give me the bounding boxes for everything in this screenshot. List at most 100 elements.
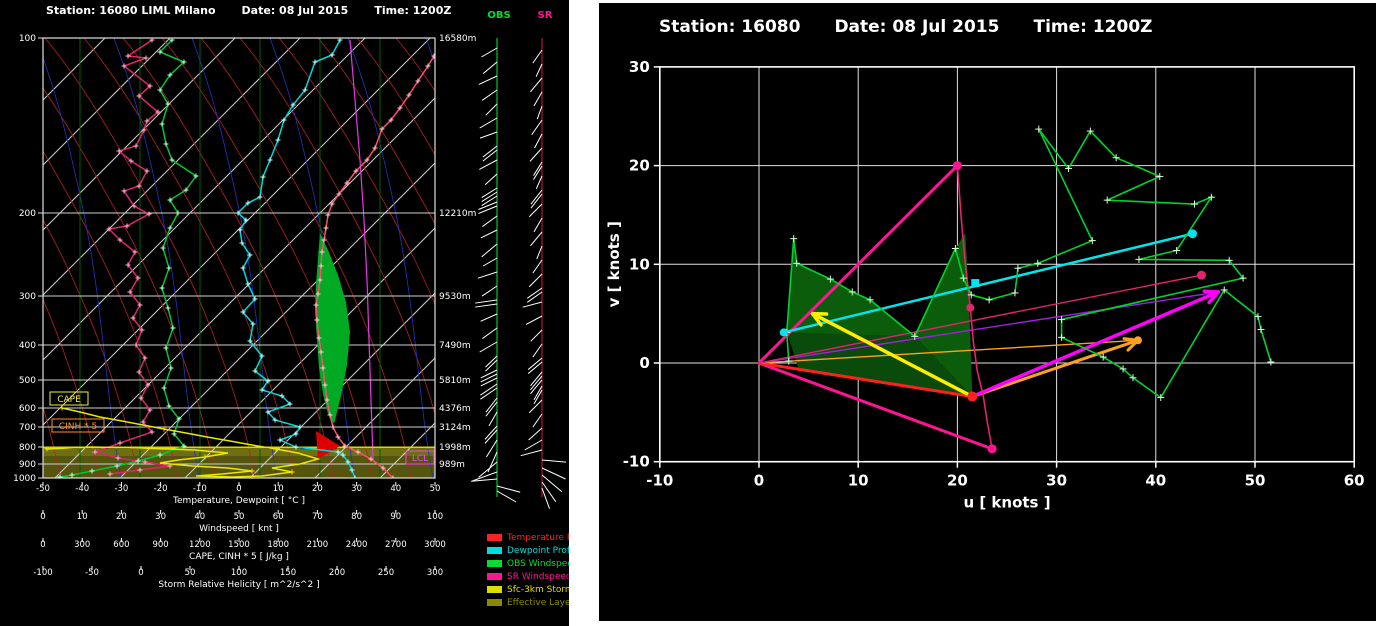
svg-text:30: 30 bbox=[155, 512, 166, 522]
weather-analysis-screen: { "left_panel": { "title": { "station": … bbox=[0, 0, 1376, 626]
svg-text:0: 0 bbox=[40, 540, 45, 550]
legend-swatch bbox=[487, 534, 502, 541]
svg-text:-50: -50 bbox=[85, 568, 99, 578]
hodo-marker bbox=[971, 279, 979, 287]
svg-text:300: 300 bbox=[427, 568, 443, 578]
svg-text:-40: -40 bbox=[75, 484, 89, 494]
svg-text:1998m: 1998m bbox=[439, 443, 471, 453]
svg-text:5810m: 5810m bbox=[439, 376, 471, 386]
svg-text:40: 40 bbox=[390, 484, 401, 494]
svg-text:80: 80 bbox=[351, 512, 362, 522]
svg-text:600: 600 bbox=[113, 540, 129, 550]
svg-text:0: 0 bbox=[138, 568, 143, 578]
svg-text:500: 500 bbox=[19, 376, 36, 386]
svg-text:700: 700 bbox=[19, 423, 36, 433]
svg-text:40: 40 bbox=[1145, 472, 1166, 490]
svg-text:900: 900 bbox=[152, 540, 168, 550]
legend-label: Dewpoint Profile bbox=[507, 546, 569, 556]
obs-windspeed-profile bbox=[58, 38, 199, 480]
svg-text:100: 100 bbox=[231, 568, 247, 578]
hodo-marker bbox=[1197, 271, 1206, 280]
skewt-date-label: Date: 08 Jul 2015 bbox=[242, 4, 349, 17]
svg-text:10: 10 bbox=[848, 472, 869, 490]
svg-text:200: 200 bbox=[19, 209, 36, 219]
hodograph-plot: -1001020304050603020100-10u [ knots ]v [… bbox=[599, 3, 1376, 621]
svg-text:20: 20 bbox=[116, 512, 127, 522]
svg-text:100: 100 bbox=[427, 512, 443, 522]
hodograph-date-label: Date: 08 Jul 2015 bbox=[834, 17, 999, 37]
svg-text:1800: 1800 bbox=[267, 540, 289, 550]
svg-text:12210m: 12210m bbox=[439, 209, 476, 219]
legend-swatch bbox=[487, 560, 502, 567]
svg-text:-20: -20 bbox=[154, 484, 168, 494]
svg-text:Windspeed [ knt ]: Windspeed [ knt ] bbox=[199, 524, 279, 534]
svg-text:16580m: 16580m bbox=[439, 34, 476, 44]
svg-text:1200: 1200 bbox=[189, 540, 211, 550]
legend-item: SR Windspeed Pro bbox=[487, 572, 569, 581]
svg-text:30: 30 bbox=[1046, 472, 1067, 490]
svg-text:989m: 989m bbox=[439, 460, 465, 470]
svg-text:60: 60 bbox=[1344, 472, 1365, 490]
pressure-axis: 10016580m20012210m3009530m4007490m500581… bbox=[13, 34, 476, 484]
svg-text:600: 600 bbox=[19, 404, 36, 414]
svg-text:CINH * 5: CINH * 5 bbox=[59, 422, 97, 432]
svg-text:7490m: 7490m bbox=[439, 341, 471, 351]
legend-label: OBS Windspeed Pr bbox=[507, 559, 569, 569]
legend-label: Effective Layer (CA bbox=[507, 598, 569, 608]
svg-text:Temperature, Dewpoint [ °C ]: Temperature, Dewpoint [ °C ] bbox=[172, 496, 305, 506]
svg-text:9530m: 9530m bbox=[439, 292, 471, 302]
svg-text:-30: -30 bbox=[114, 484, 128, 494]
legend-label: SR Windspeed Pro bbox=[507, 572, 569, 582]
svg-text:90: 90 bbox=[390, 512, 401, 522]
svg-text:CAPE: CAPE bbox=[57, 395, 81, 405]
svg-text:10: 10 bbox=[629, 255, 650, 273]
svg-text:0: 0 bbox=[639, 354, 649, 372]
svg-text:u [ knots ]: u [ knots ] bbox=[963, 494, 1050, 512]
obs-barb-column-label: OBS bbox=[486, 10, 512, 21]
svg-text:v [ knots ]: v [ knots ] bbox=[605, 221, 623, 307]
hodo-marker bbox=[1134, 336, 1142, 344]
skewt-panel: 10016580m20012210m3009530m4007490m500581… bbox=[0, 0, 569, 626]
svg-text:0: 0 bbox=[754, 472, 764, 490]
skewt-background bbox=[0, 38, 569, 481]
svg-text:300: 300 bbox=[74, 540, 90, 550]
svg-text:1500: 1500 bbox=[228, 540, 250, 550]
svg-text:60: 60 bbox=[273, 512, 284, 522]
svg-text:30: 30 bbox=[351, 484, 362, 494]
skewt-plot: 10016580m20012210m3009530m4007490m500581… bbox=[0, 0, 569, 626]
legend-swatch bbox=[487, 586, 502, 593]
svg-text:Storm Relative Helicity [ m^2/: Storm Relative Helicity [ m^2/s^2 ] bbox=[158, 580, 319, 590]
hodo-marker bbox=[988, 444, 997, 453]
svg-text:-100: -100 bbox=[33, 568, 52, 578]
svg-text:800: 800 bbox=[19, 443, 36, 453]
skewt-legend: Temperature Profile Dewpoint Profile OBS W… bbox=[487, 533, 569, 607]
svg-text:2100: 2100 bbox=[307, 540, 329, 550]
svg-text:70: 70 bbox=[312, 512, 323, 522]
annotation-box-cinh-5: CINH * 5 bbox=[52, 419, 104, 432]
skewt-time-label: Time: 1200Z bbox=[374, 4, 451, 17]
legend-item: OBS Windspeed Pr bbox=[487, 559, 569, 568]
svg-text:2400: 2400 bbox=[346, 540, 368, 550]
hodo-marker bbox=[966, 304, 974, 312]
svg-text:0: 0 bbox=[236, 484, 241, 494]
legend-item: Dewpoint Profile bbox=[487, 546, 569, 555]
svg-text:-50: -50 bbox=[36, 484, 50, 494]
hodograph-grid bbox=[660, 67, 1354, 462]
svg-text:20: 20 bbox=[947, 472, 968, 490]
legend-swatch bbox=[487, 599, 502, 606]
legend-label: Sfc-3km Storm Rela bbox=[507, 585, 569, 595]
svg-text:30: 30 bbox=[629, 58, 650, 76]
svg-text:0: 0 bbox=[40, 512, 45, 522]
svg-text:40: 40 bbox=[194, 512, 205, 522]
hodo-marker bbox=[967, 392, 977, 402]
hodo-marker bbox=[1188, 229, 1197, 238]
svg-text:CAPE, CINH * 5 [ J/kg ]: CAPE, CINH * 5 [ J/kg ] bbox=[189, 552, 289, 562]
legend-item: Temperature Profile bbox=[487, 533, 569, 542]
svg-text:150: 150 bbox=[280, 568, 296, 578]
svg-text:300: 300 bbox=[19, 292, 36, 302]
svg-text:2700: 2700 bbox=[385, 540, 407, 550]
annotation-box-cape: CAPE bbox=[50, 392, 88, 405]
hodograph-time-label: Time: 1200Z bbox=[1033, 17, 1152, 37]
svg-text:100: 100 bbox=[19, 34, 36, 44]
hodo-marker bbox=[953, 161, 962, 170]
